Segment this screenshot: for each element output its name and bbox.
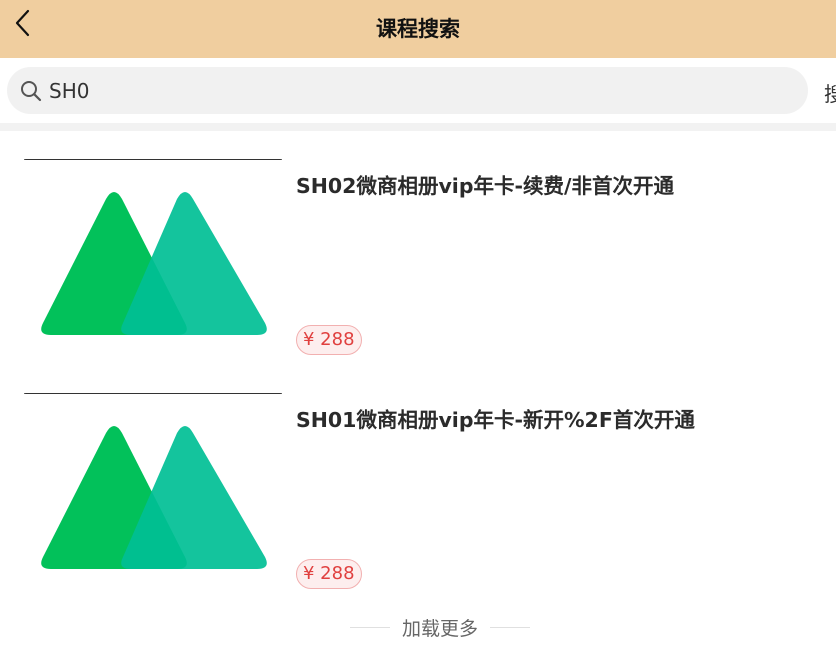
search-button[interactable]: 搜索: [824, 78, 836, 106]
search-input[interactable]: [49, 67, 789, 114]
course-item[interactable]: SH02微商相册vip年卡-续费/非首次开通 ¥ 288: [0, 159, 836, 364]
search-box[interactable]: [7, 67, 808, 114]
course-title: SH01微商相册vip年卡-新开%2F首次开通: [296, 408, 695, 432]
course-item[interactable]: SH01微商相册vip年卡-新开%2F首次开通 ¥ 288: [0, 393, 836, 598]
green-mountains-logo-icon: [41, 426, 267, 569]
search-icon: [21, 81, 42, 102]
price-badge: ¥ 288: [296, 559, 362, 589]
load-more-left-line: [349, 626, 390, 628]
price-badge: ¥ 288: [296, 325, 362, 355]
header-bar: 课程搜索: [0, 0, 836, 58]
section-divider: [0, 123, 836, 131]
course-thumbnail: [20, 159, 286, 364]
course-thumbnail: [20, 393, 286, 598]
search-bar: 搜索: [0, 58, 836, 123]
load-more-right-line: [490, 626, 530, 628]
course-title: SH02微商相册vip年卡-续费/非首次开通: [296, 174, 675, 198]
load-more-label: 加载更多: [401, 617, 478, 640]
load-more-button[interactable]: 加载更多: [348, 614, 532, 640]
page-title: 课程搜索: [376, 17, 460, 41]
green-mountains-logo-icon: [41, 192, 267, 335]
